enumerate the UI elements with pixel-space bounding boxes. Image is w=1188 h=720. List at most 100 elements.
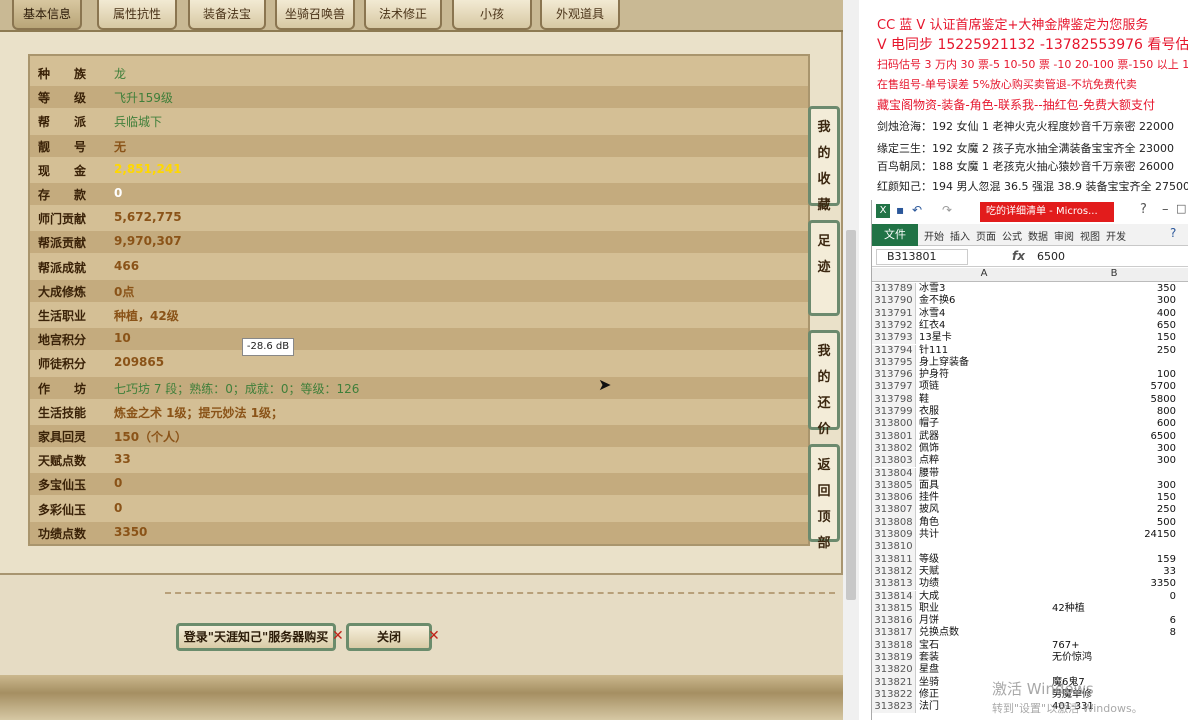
cell-a[interactable]: 坐骑 bbox=[919, 677, 939, 689]
cell-a[interactable]: 点粹 bbox=[919, 455, 939, 467]
redo-icon[interactable]: ↷ bbox=[942, 203, 952, 217]
save-icon[interactable]: ▪ bbox=[896, 203, 904, 217]
cell-a[interactable]: 角色 bbox=[919, 517, 939, 529]
tab-mount-summon[interactable]: 坐骑召唤兽 bbox=[275, 0, 355, 30]
row-number[interactable]: 313802 bbox=[872, 442, 916, 456]
cell-b[interactable]: 250 bbox=[1052, 504, 1176, 516]
cell-a[interactable]: 13星卡 bbox=[919, 332, 952, 344]
cell-a[interactable]: 天赋 bbox=[919, 566, 939, 578]
cell-a[interactable]: 佩饰 bbox=[919, 443, 939, 455]
cell-b[interactable]: 300 bbox=[1052, 480, 1176, 492]
scrollbar-thumb[interactable] bbox=[846, 230, 856, 600]
formula-value[interactable]: 6500 bbox=[1037, 250, 1065, 263]
cell-a[interactable]: 宝石 bbox=[919, 640, 939, 652]
cell-a[interactable]: 披风 bbox=[919, 504, 939, 516]
tab-spell-correction[interactable]: 法术修正 bbox=[364, 0, 442, 30]
cell-a[interactable]: 功绩 bbox=[919, 578, 939, 590]
row-number[interactable]: 313821 bbox=[872, 676, 916, 689]
cell-b[interactable]: 6 bbox=[1052, 615, 1176, 627]
row-number[interactable]: 313805 bbox=[872, 479, 916, 493]
cell-b[interactable]: 150 bbox=[1052, 492, 1176, 504]
cell-a[interactable]: 大成 bbox=[919, 591, 939, 603]
row-number[interactable]: 313794 bbox=[872, 344, 916, 357]
row-number[interactable]: 313795 bbox=[872, 356, 916, 370]
column-a-header[interactable]: A bbox=[916, 268, 1052, 279]
cell-a[interactable]: 护身符 bbox=[919, 369, 949, 381]
cell-a[interactable]: 月饼 bbox=[919, 615, 939, 627]
ribbon-tab-insert[interactable]: 插入 bbox=[950, 228, 970, 243]
row-number[interactable]: 313812 bbox=[872, 565, 916, 579]
row-number[interactable]: 313801 bbox=[872, 430, 916, 443]
cell-b[interactable]: 300 bbox=[1052, 295, 1176, 307]
vertical-scrollbar[interactable] bbox=[843, 0, 859, 720]
cell-a[interactable]: 共计 bbox=[919, 529, 939, 541]
cell-b[interactable]: 800 bbox=[1052, 406, 1176, 418]
cell-a[interactable]: 修正 bbox=[919, 689, 939, 701]
cell-a[interactable]: 针111 bbox=[919, 345, 948, 357]
tab-attribute-resist[interactable]: 属性抗性 bbox=[97, 0, 177, 30]
cell-a[interactable]: 挂件 bbox=[919, 492, 939, 504]
cell-b[interactable]: 300 bbox=[1052, 443, 1176, 455]
back-to-top-button[interactable]: 返回顶部 bbox=[808, 444, 840, 551]
login-server-buy-button[interactable]: 登录"天涯知己"服务器购买 bbox=[176, 623, 336, 651]
cell-b[interactable]: 767+ bbox=[1052, 640, 1176, 652]
row-number[interactable]: 313820 bbox=[872, 664, 916, 677]
help-circle-icon[interactable]: ? bbox=[1170, 226, 1176, 240]
cell-b[interactable]: 100 bbox=[1052, 369, 1176, 381]
my-counteroffer-button[interactable]: 我的还价 bbox=[808, 330, 840, 437]
cell-a[interactable]: 武器 bbox=[919, 431, 939, 443]
cell-b[interactable]: 8 bbox=[1052, 627, 1176, 639]
cell-b[interactable]: 150 bbox=[1052, 332, 1176, 344]
row-number[interactable]: 313815 bbox=[872, 602, 916, 616]
close-button[interactable]: 关闭 bbox=[346, 623, 432, 651]
cell-b[interactable]: 24150 bbox=[1052, 529, 1176, 541]
cell-a[interactable]: 腰带 bbox=[919, 468, 939, 480]
maximize-icon[interactable]: □ bbox=[1176, 202, 1186, 215]
my-favorites-button[interactable]: 我的收藏 bbox=[808, 106, 840, 213]
cell-b[interactable]: 3350 bbox=[1052, 578, 1176, 590]
ribbon-tab-formula[interactable]: 公式 bbox=[1002, 228, 1022, 243]
cell-b[interactable]: 42种植 bbox=[1052, 603, 1176, 615]
cell-a[interactable]: 法门 bbox=[919, 701, 939, 713]
undo-icon[interactable]: ↶ bbox=[912, 203, 922, 217]
ribbon-tab-developer[interactable]: 开发 bbox=[1106, 228, 1126, 243]
column-b-header[interactable]: B bbox=[1052, 268, 1176, 279]
name-box[interactable]: B313801 bbox=[876, 249, 968, 265]
row-number[interactable]: 313822 bbox=[872, 688, 916, 702]
file-tab[interactable]: 文件 bbox=[872, 224, 918, 246]
cell-a[interactable]: 等级 bbox=[919, 554, 939, 566]
row-number[interactable]: 313792 bbox=[872, 319, 916, 333]
row-number[interactable]: 313818 bbox=[872, 639, 916, 652]
tab-appearance-items[interactable]: 外观道具 bbox=[540, 0, 620, 30]
row-number[interactable]: 313809 bbox=[872, 529, 916, 542]
cell-a[interactable]: 兑换点数 bbox=[919, 627, 959, 639]
row-number[interactable]: 313800 bbox=[872, 418, 916, 431]
cell-a[interactable]: 衣服 bbox=[919, 406, 939, 418]
cell-a[interactable]: 职业 bbox=[919, 603, 939, 615]
row-number[interactable]: 313791 bbox=[872, 307, 916, 320]
cell-b[interactable]: 159 bbox=[1052, 554, 1176, 566]
row-number[interactable]: 313807 bbox=[872, 504, 916, 517]
row-number[interactable]: 313799 bbox=[872, 406, 916, 419]
cell-b[interactable]: 6500 bbox=[1052, 431, 1176, 443]
row-number[interactable]: 313797 bbox=[872, 381, 916, 394]
ribbon-tab-review[interactable]: 审阅 bbox=[1054, 228, 1074, 243]
cell-a[interactable]: 红衣4 bbox=[919, 320, 945, 332]
ribbon-tab-page[interactable]: 页面 bbox=[976, 228, 996, 243]
row-number[interactable]: 313806 bbox=[872, 492, 916, 505]
cell-b[interactable]: 500 bbox=[1052, 517, 1176, 529]
cell-b[interactable]: 无价惊鸿 bbox=[1052, 652, 1176, 664]
row-number[interactable]: 313814 bbox=[872, 590, 916, 603]
footprint-button[interactable]: 足迹 bbox=[808, 220, 840, 316]
cell-b[interactable]: 33 bbox=[1052, 566, 1176, 578]
cell-b[interactable]: 600 bbox=[1052, 418, 1176, 430]
row-number[interactable]: 313810 bbox=[872, 541, 916, 554]
cell-a[interactable]: 鞋 bbox=[919, 394, 929, 406]
ribbon-tab-view[interactable]: 视图 bbox=[1080, 228, 1100, 243]
ribbon-tab-home[interactable]: 开始 bbox=[924, 228, 944, 243]
tab-basic-info[interactable]: 基本信息 bbox=[12, 0, 82, 30]
minimize-icon[interactable]: – bbox=[1162, 202, 1169, 217]
row-number[interactable]: 313808 bbox=[872, 516, 916, 529]
tab-child[interactable]: 小孩 bbox=[452, 0, 532, 30]
cell-b[interactable]: 250 bbox=[1052, 345, 1176, 357]
